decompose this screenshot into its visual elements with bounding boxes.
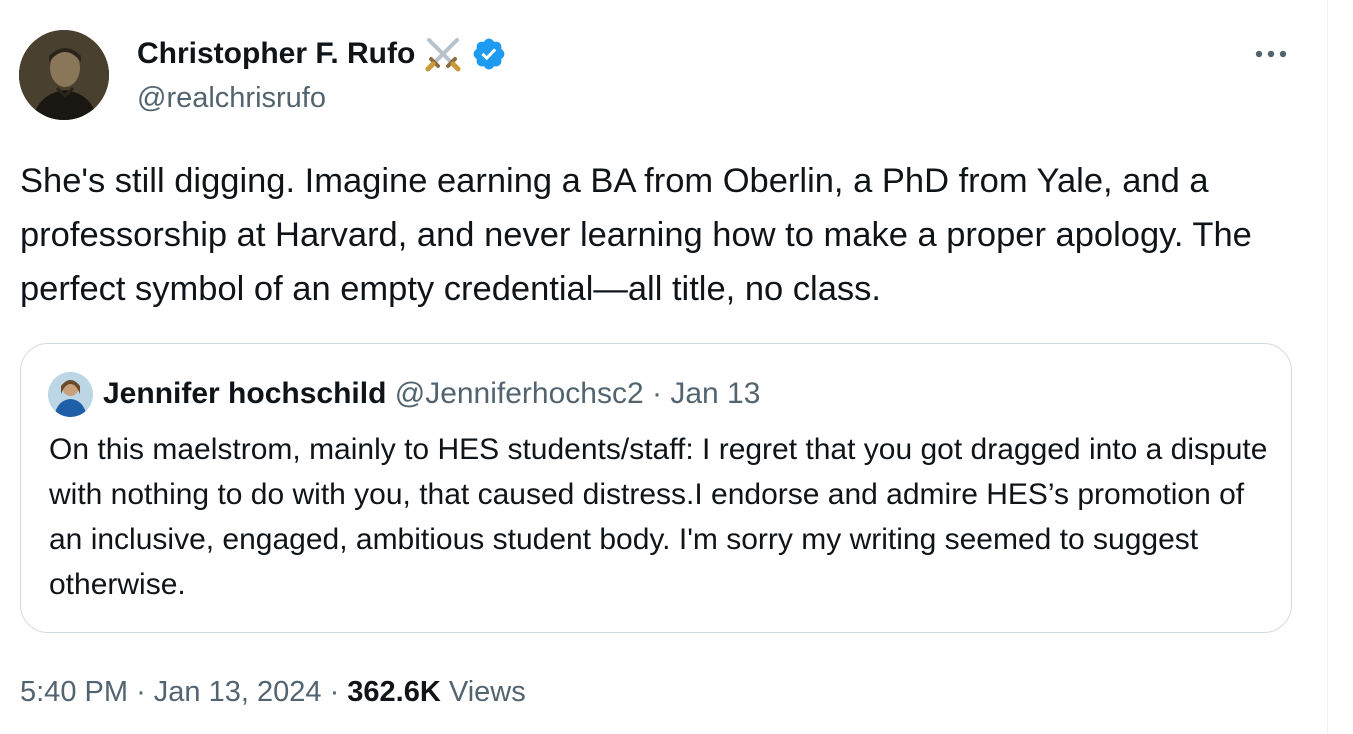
quoted-author-name[interactable]: Jennifer hochschild xyxy=(103,377,386,410)
separator-dot: · xyxy=(136,676,146,708)
author-name-row[interactable]: Christopher F. Rufo xyxy=(137,34,507,74)
separator-dot: · xyxy=(329,676,340,708)
crossed-swords-icon xyxy=(423,34,463,74)
views-count[interactable]: 362.6K xyxy=(347,676,441,708)
quoted-author-avatar[interactable] xyxy=(48,372,93,417)
tweet-date[interactable]: Jan 13, 2024 xyxy=(154,676,322,708)
more-options-icon xyxy=(1255,50,1287,58)
views-label: Views xyxy=(448,676,526,708)
tweet-text: She's still digging. Imagine earning a B… xyxy=(20,162,1252,308)
author-avatar[interactable] xyxy=(19,30,109,120)
more-options-button[interactable] xyxy=(1248,36,1294,72)
tweet-time[interactable]: 5:40 PM xyxy=(20,676,128,708)
author-handle[interactable]: @realchrisrufo xyxy=(137,80,326,116)
quoted-tweet[interactable]: Jennifer hochschild @Jenniferhochsc2 · J… xyxy=(20,343,1292,633)
quoted-tweet-text: On this maelstrom, mainly to HES student… xyxy=(49,433,1268,601)
quoted-header: Jennifer hochschild @Jenniferhochsc2 · J… xyxy=(103,374,760,414)
quoted-date[interactable]: Jan 13 xyxy=(670,377,760,410)
separator-dot: · xyxy=(652,377,662,410)
verified-badge-icon[interactable] xyxy=(471,36,507,72)
tweet-meta: 5:40 PM · Jan 13, 2024 · 362.6K Views xyxy=(20,672,526,712)
quoted-author-handle[interactable]: @Jenniferhochsc2 xyxy=(395,377,644,410)
tweet-card: Christopher F. Rufo @realchrisrufo She's… xyxy=(0,0,1328,734)
author-name[interactable]: Christopher F. Rufo xyxy=(137,34,415,74)
